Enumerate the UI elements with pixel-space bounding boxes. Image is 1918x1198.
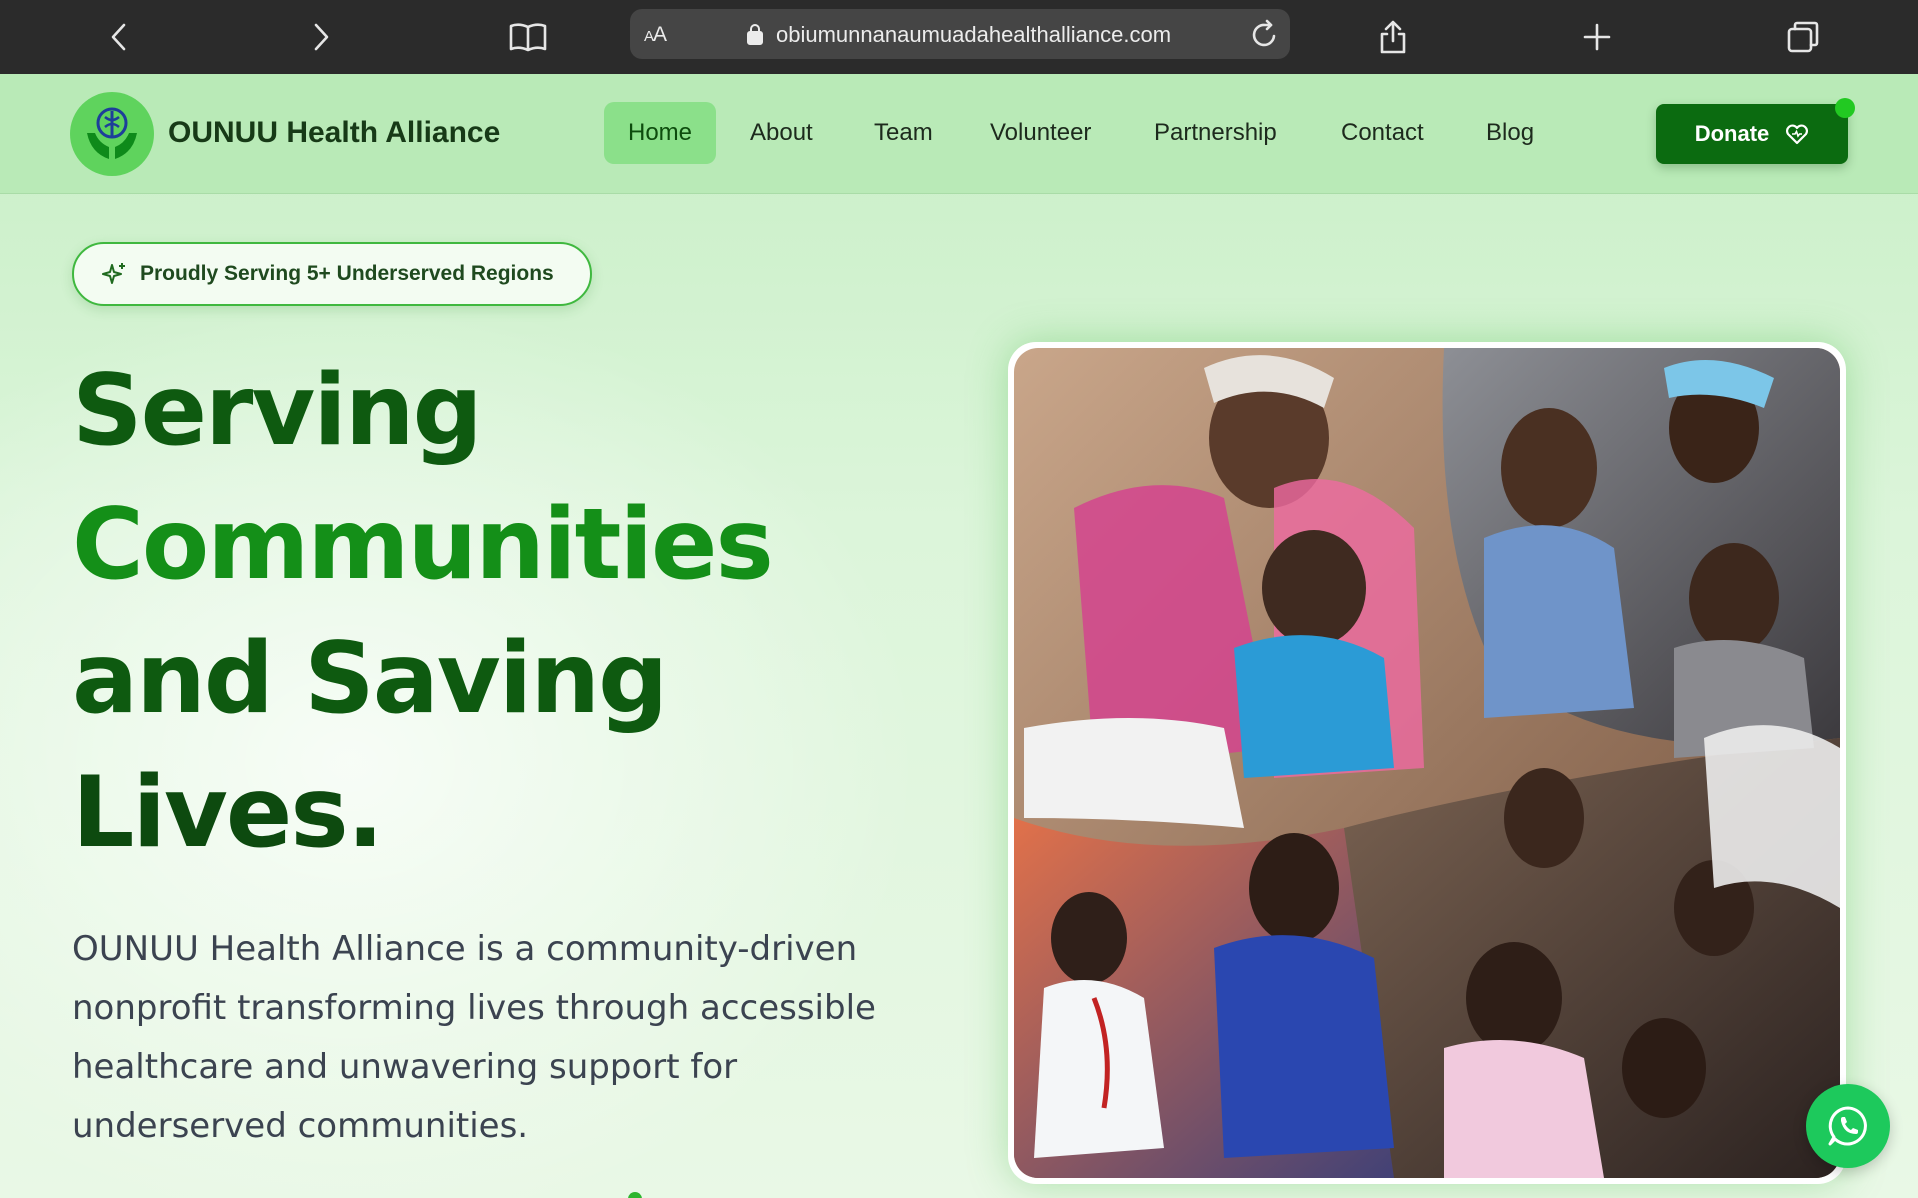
nav-about[interactable]: About — [726, 102, 837, 164]
headline-line-3: and Saving — [72, 622, 668, 736]
hero-description: OUNUU Health Alliance is a community-dri… — [72, 929, 876, 1146]
whatsapp-button[interactable] — [1806, 1084, 1890, 1168]
headline-line-2: Communities — [72, 488, 774, 602]
nav-volunteer[interactable]: Volunteer — [966, 102, 1115, 164]
nav-home[interactable]: Home — [604, 102, 717, 164]
nav-contact[interactable]: Contact — [1317, 102, 1448, 164]
photo-collage — [1008, 342, 1846, 1184]
bookmarks-icon[interactable] — [503, 12, 553, 62]
reload-icon[interactable] — [1250, 18, 1280, 55]
notification-dot — [1835, 98, 1855, 118]
logo[interactable] — [70, 92, 154, 176]
nav-partnership[interactable]: Partnership — [1130, 102, 1301, 164]
donate-button[interactable]: Donate — [1656, 104, 1848, 164]
tabs-icon[interactable] — [1778, 12, 1828, 62]
nav-team[interactable]: Team — [850, 102, 957, 164]
nav-blog[interactable]: Blog — [1462, 102, 1558, 164]
caduceus-hands-icon — [87, 107, 137, 159]
sparkle-icon — [102, 263, 125, 284]
new-tab-icon[interactable] — [1572, 12, 1622, 62]
lock-icon — [746, 22, 764, 51]
heart-icon — [1786, 124, 1809, 145]
site-header: OUNUU Health Alliance Home About Team Vo… — [0, 74, 1918, 194]
brand-name[interactable]: OUNUU Health Alliance — [168, 116, 500, 150]
address-bar[interactable]: AA obiumunnanaumuadahealthalliance.com — [630, 9, 1290, 59]
url-text: obiumunnanaumuadahealthalliance.com — [776, 22, 1172, 47]
regions-badge: Proudly Serving 5+ Underserved Regions — [72, 242, 592, 306]
text-size-label: A — [653, 23, 667, 46]
text-size-button[interactable]: AA — [644, 23, 667, 47]
forward-icon[interactable] — [296, 12, 346, 62]
whatsapp-icon — [1828, 1106, 1867, 1146]
hero-headline: Serving Communities and Saving Lives. — [72, 344, 892, 880]
share-icon[interactable] — [1368, 12, 1418, 62]
back-icon[interactable] — [94, 12, 144, 62]
headline-line-4: Lives. — [72, 756, 384, 870]
badge-text: Proudly Serving 5+ Underserved Regions — [140, 262, 554, 285]
browser-toolbar: AA obiumunnanaumuadahealthalliance.com — [0, 0, 1918, 74]
donate-label: Donate — [1694, 121, 1770, 146]
community-health-photo — [1014, 348, 1840, 1178]
web-page: OUNUU Health Alliance Home About Team Vo… — [0, 74, 1918, 1198]
headline-line-1: Serving — [72, 354, 483, 468]
